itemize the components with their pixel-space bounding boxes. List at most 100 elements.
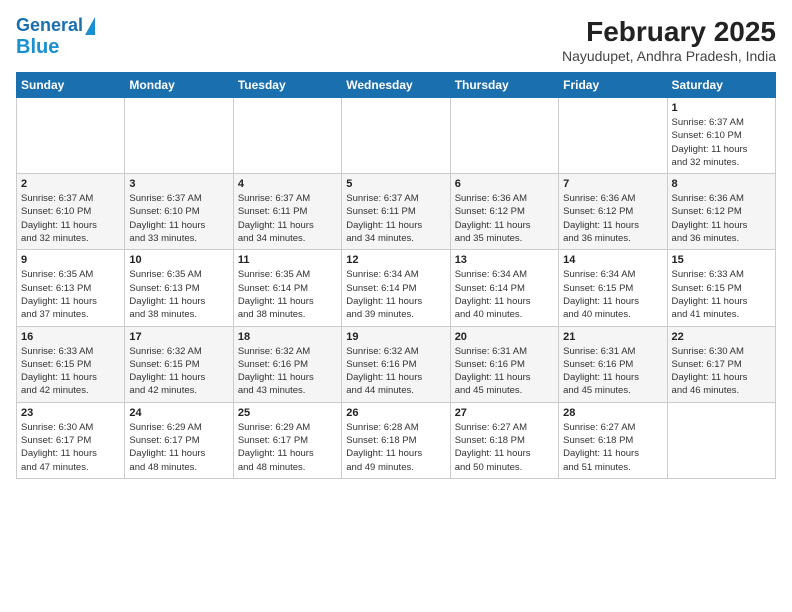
calendar-day-cell [342,98,450,174]
logo-text: General [16,16,83,36]
calendar-day-cell: 22 Sunrise: 6:30 AM Sunset: 6:17 PM Dayli… [667,326,775,402]
calendar-day-cell: 10 Sunrise: 6:35 AM Sunset: 6:13 PM Dayli… [125,250,233,326]
day-info: Sunrise: 6:35 AM Sunset: 6:13 PM Dayligh… [21,268,120,321]
calendar-day-cell: 2 Sunrise: 6:37 AM Sunset: 6:10 PM Daylig… [17,174,125,250]
day-info: Sunrise: 6:30 AM Sunset: 6:17 PM Dayligh… [21,421,120,474]
day-info: Sunrise: 6:28 AM Sunset: 6:18 PM Dayligh… [346,421,445,474]
calendar-day-cell: 8 Sunrise: 6:36 AM Sunset: 6:12 PM Daylig… [667,174,775,250]
day-number: 23 [21,407,120,419]
weekday-header-cell: Saturday [667,73,775,98]
calendar-week-row: 16 Sunrise: 6:33 AM Sunset: 6:15 PM Dayli… [17,326,776,402]
day-info: Sunrise: 6:31 AM Sunset: 6:16 PM Dayligh… [563,345,662,398]
day-number: 24 [129,407,228,419]
day-number: 16 [21,331,120,343]
calendar-day-cell: 24 Sunrise: 6:29 AM Sunset: 6:17 PM Dayli… [125,402,233,478]
weekday-header-cell: Tuesday [233,73,341,98]
calendar-day-cell: 5 Sunrise: 6:37 AM Sunset: 6:11 PM Daylig… [342,174,450,250]
day-info: Sunrise: 6:30 AM Sunset: 6:17 PM Dayligh… [672,345,771,398]
calendar-day-cell: 19Sunrise: 6:32 AM Sunset: 6:16 PM Dayli… [342,326,450,402]
day-info: Sunrise: 6:36 AM Sunset: 6:12 PM Dayligh… [672,192,771,245]
weekday-header-cell: Sunday [17,73,125,98]
calendar-week-row: 1 Sunrise: 6:37 AM Sunset: 6:10 PM Daylig… [17,98,776,174]
calendar-day-cell [450,98,558,174]
day-info: Sunrise: 6:29 AM Sunset: 6:17 PM Dayligh… [129,421,228,474]
day-number: 22 [672,331,771,343]
day-number: 15 [672,254,771,266]
day-number: 20 [455,331,554,343]
day-number: 25 [238,407,337,419]
day-info: Sunrise: 6:32 AM Sunset: 6:16 PM Dayligh… [238,345,337,398]
day-number: 6 [455,178,554,190]
weekday-header-cell: Monday [125,73,233,98]
calendar-day-cell: 20 Sunrise: 6:31 AM Sunset: 6:16 PM Dayli… [450,326,558,402]
calendar-week-row: 23 Sunrise: 6:30 AM Sunset: 6:17 PM Dayli… [17,402,776,478]
day-number: 2 [21,178,120,190]
day-number: 11 [238,254,337,266]
calendar-day-cell: 4Sunrise: 6:37 AM Sunset: 6:11 PM Daylig… [233,174,341,250]
day-info: Sunrise: 6:36 AM Sunset: 6:12 PM Dayligh… [563,192,662,245]
calendar-day-cell: 18 Sunrise: 6:32 AM Sunset: 6:16 PM Dayli… [233,326,341,402]
day-info: Sunrise: 6:35 AM Sunset: 6:14 PM Dayligh… [238,268,337,321]
day-number: 13 [455,254,554,266]
calendar-day-cell [17,98,125,174]
calendar-day-cell [667,402,775,478]
day-info: Sunrise: 6:34 AM Sunset: 6:14 PM Dayligh… [346,268,445,321]
day-number: 12 [346,254,445,266]
calendar-day-cell: 23 Sunrise: 6:30 AM Sunset: 6:17 PM Dayli… [17,402,125,478]
logo-blue: Blue [16,36,59,58]
day-info: Sunrise: 6:29 AM Sunset: 6:17 PM Dayligh… [238,421,337,474]
calendar-subtitle: Nayudupet, Andhra Pradesh, India [562,48,776,64]
day-info: Sunrise: 6:37 AM Sunset: 6:11 PM Dayligh… [238,192,337,245]
day-number: 10 [129,254,228,266]
day-number: 14 [563,254,662,266]
day-number: 8 [672,178,771,190]
calendar-day-cell: 1 Sunrise: 6:37 AM Sunset: 6:10 PM Daylig… [667,98,775,174]
day-number: 28 [563,407,662,419]
day-info: Sunrise: 6:37 AM Sunset: 6:11 PM Dayligh… [346,192,445,245]
calendar-day-cell: 28 Sunrise: 6:27 AM Sunset: 6:18 PM Dayli… [559,402,667,478]
calendar-day-cell: 9 Sunrise: 6:35 AM Sunset: 6:13 PM Daylig… [17,250,125,326]
calendar-day-cell: 11 Sunrise: 6:35 AM Sunset: 6:14 PM Dayli… [233,250,341,326]
day-info: Sunrise: 6:37 AM Sunset: 6:10 PM Dayligh… [21,192,120,245]
day-info: Sunrise: 6:27 AM Sunset: 6:18 PM Dayligh… [563,421,662,474]
logo-triangle-icon [85,17,95,35]
day-info: Sunrise: 6:35 AM Sunset: 6:13 PM Dayligh… [129,268,228,321]
day-number: 17 [129,331,228,343]
calendar-day-cell: 25 Sunrise: 6:29 AM Sunset: 6:17 PM Dayli… [233,402,341,478]
logo: General Blue [16,16,95,58]
day-number: 18 [238,331,337,343]
day-info: Sunrise: 6:37 AM Sunset: 6:10 PM Dayligh… [672,116,771,169]
day-info: Sunrise: 6:31 AM Sunset: 6:16 PM Dayligh… [455,345,554,398]
day-number: 5 [346,178,445,190]
calendar-day-cell [233,98,341,174]
calendar-day-cell: 3Sunrise: 6:37 AM Sunset: 6:10 PM Daylig… [125,174,233,250]
day-info: Sunrise: 6:32 AM Sunset: 6:15 PM Dayligh… [129,345,228,398]
calendar-day-cell: 16 Sunrise: 6:33 AM Sunset: 6:15 PM Dayli… [17,326,125,402]
day-info: Sunrise: 6:33 AM Sunset: 6:15 PM Dayligh… [672,268,771,321]
weekday-header-cell: Friday [559,73,667,98]
day-number: 26 [346,407,445,419]
calendar-body: 1 Sunrise: 6:37 AM Sunset: 6:10 PM Daylig… [17,98,776,479]
day-number: 1 [672,102,771,114]
weekday-header-cell: Wednesday [342,73,450,98]
day-info: Sunrise: 6:34 AM Sunset: 6:14 PM Dayligh… [455,268,554,321]
day-number: 7 [563,178,662,190]
day-number: 3 [129,178,228,190]
calendar-day-cell: 15 Sunrise: 6:33 AM Sunset: 6:15 PM Dayli… [667,250,775,326]
calendar-day-cell: 6Sunrise: 6:36 AM Sunset: 6:12 PM Daylig… [450,174,558,250]
day-info: Sunrise: 6:32 AM Sunset: 6:16 PM Dayligh… [346,345,445,398]
day-info: Sunrise: 6:33 AM Sunset: 6:15 PM Dayligh… [21,345,120,398]
calendar-day-cell: 17 Sunrise: 6:32 AM Sunset: 6:15 PM Dayli… [125,326,233,402]
calendar-day-cell [559,98,667,174]
calendar-week-row: 9 Sunrise: 6:35 AM Sunset: 6:13 PM Daylig… [17,250,776,326]
calendar-day-cell: 26 Sunrise: 6:28 AM Sunset: 6:18 PM Dayli… [342,402,450,478]
day-number: 21 [563,331,662,343]
weekday-header-row: SundayMondayTuesdayWednesdayThursdayFrid… [17,73,776,98]
calendar-week-row: 2 Sunrise: 6:37 AM Sunset: 6:10 PM Daylig… [17,174,776,250]
day-number: 9 [21,254,120,266]
page-header: General Blue February 2025 Nayudupet, An… [16,16,776,64]
calendar-day-cell: 12 Sunrise: 6:34 AM Sunset: 6:14 PM Dayli… [342,250,450,326]
calendar-day-cell: 13 Sunrise: 6:34 AM Sunset: 6:14 PM Dayli… [450,250,558,326]
calendar-day-cell: 21 Sunrise: 6:31 AM Sunset: 6:16 PM Dayli… [559,326,667,402]
day-info: Sunrise: 6:34 AM Sunset: 6:15 PM Dayligh… [563,268,662,321]
